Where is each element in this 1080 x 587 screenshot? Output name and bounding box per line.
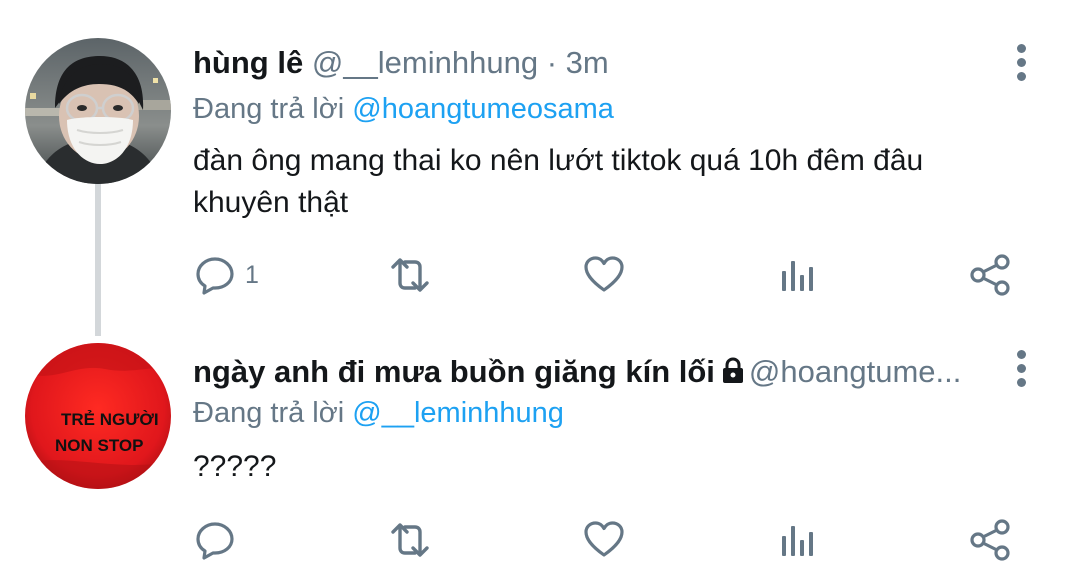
- share-icon: [970, 254, 1010, 296]
- tweet-header: hùng lê @__leminhhung · 3m: [193, 43, 985, 83]
- lock-icon: [722, 357, 743, 383]
- more-options-icon[interactable]: [1006, 348, 1036, 388]
- reply-button[interactable]: [193, 515, 245, 565]
- avatar-text-line1: TRẺ NGƯỜI: [61, 410, 159, 429]
- heart-icon: [584, 521, 624, 557]
- tweet[interactable]: hùng lê @__leminhhung · 3m Đang trả lời …: [0, 0, 1080, 336]
- share-button[interactable]: [968, 515, 1014, 565]
- analytics-icon: [782, 261, 813, 291]
- share-icon: [970, 519, 1010, 561]
- timestamp[interactable]: 3m: [566, 45, 609, 80]
- masked-man-avatar-image: [25, 38, 171, 184]
- reply-button[interactable]: 1: [193, 250, 259, 300]
- tweet-actions: 1: [0, 250, 1080, 300]
- replying-to-mention[interactable]: @hoangtumeosama: [352, 93, 614, 125]
- replying-to: Đang trả lời @hoangtumeosama: [193, 90, 614, 128]
- tweet-actions: [0, 515, 1080, 565]
- analytics-button[interactable]: [776, 515, 820, 565]
- replying-to: Đang trả lời @__leminhhung: [193, 394, 564, 432]
- reply-icon: [196, 522, 234, 560]
- avatar[interactable]: TRẺ NGƯỜI NON STOP: [25, 343, 171, 489]
- user-handle[interactable]: @__leminhhung: [312, 45, 538, 80]
- red-shirt-avatar-image: TRẺ NGƯỜI NON STOP: [25, 343, 171, 489]
- display-name[interactable]: ngày anh đi mưa buồn giăng kín lối: [193, 354, 715, 389]
- tweet-text: đàn ông mang thai ko nên lướt tiktok quá…: [193, 144, 924, 219]
- like-button[interactable]: [582, 250, 626, 300]
- avatar-text-line2: NON STOP: [55, 436, 143, 455]
- replying-to-mention[interactable]: @__leminhhung: [352, 397, 564, 429]
- separator-dot: ·: [546, 45, 558, 80]
- share-button[interactable]: [968, 250, 1014, 300]
- retweet-button[interactable]: [385, 515, 435, 565]
- retweet-icon: [391, 258, 429, 292]
- tweet-text: ?????: [193, 450, 277, 483]
- analytics-icon: [782, 526, 813, 556]
- like-button[interactable]: [582, 515, 626, 565]
- reply-count: 1: [245, 260, 259, 289]
- user-handle[interactable]: @hoangtume...: [749, 354, 961, 389]
- replying-prefix: Đang trả lời: [193, 93, 345, 125]
- reply-icon: [196, 257, 234, 295]
- tweet-header: ngày anh đi mưa buồn giăng kín lối @hoan…: [193, 352, 985, 392]
- avatar[interactable]: [25, 38, 171, 184]
- retweet-icon: [391, 523, 429, 557]
- tweet[interactable]: TRẺ NGƯỜI NON STOP ngày anh đi mưa buồn …: [0, 330, 1080, 587]
- analytics-button[interactable]: [776, 250, 820, 300]
- retweet-button[interactable]: [385, 250, 435, 300]
- more-options-icon[interactable]: [1006, 42, 1036, 82]
- display-name[interactable]: hùng lê: [193, 45, 303, 80]
- heart-icon: [584, 256, 624, 292]
- replying-prefix: Đang trả lời: [193, 397, 345, 429]
